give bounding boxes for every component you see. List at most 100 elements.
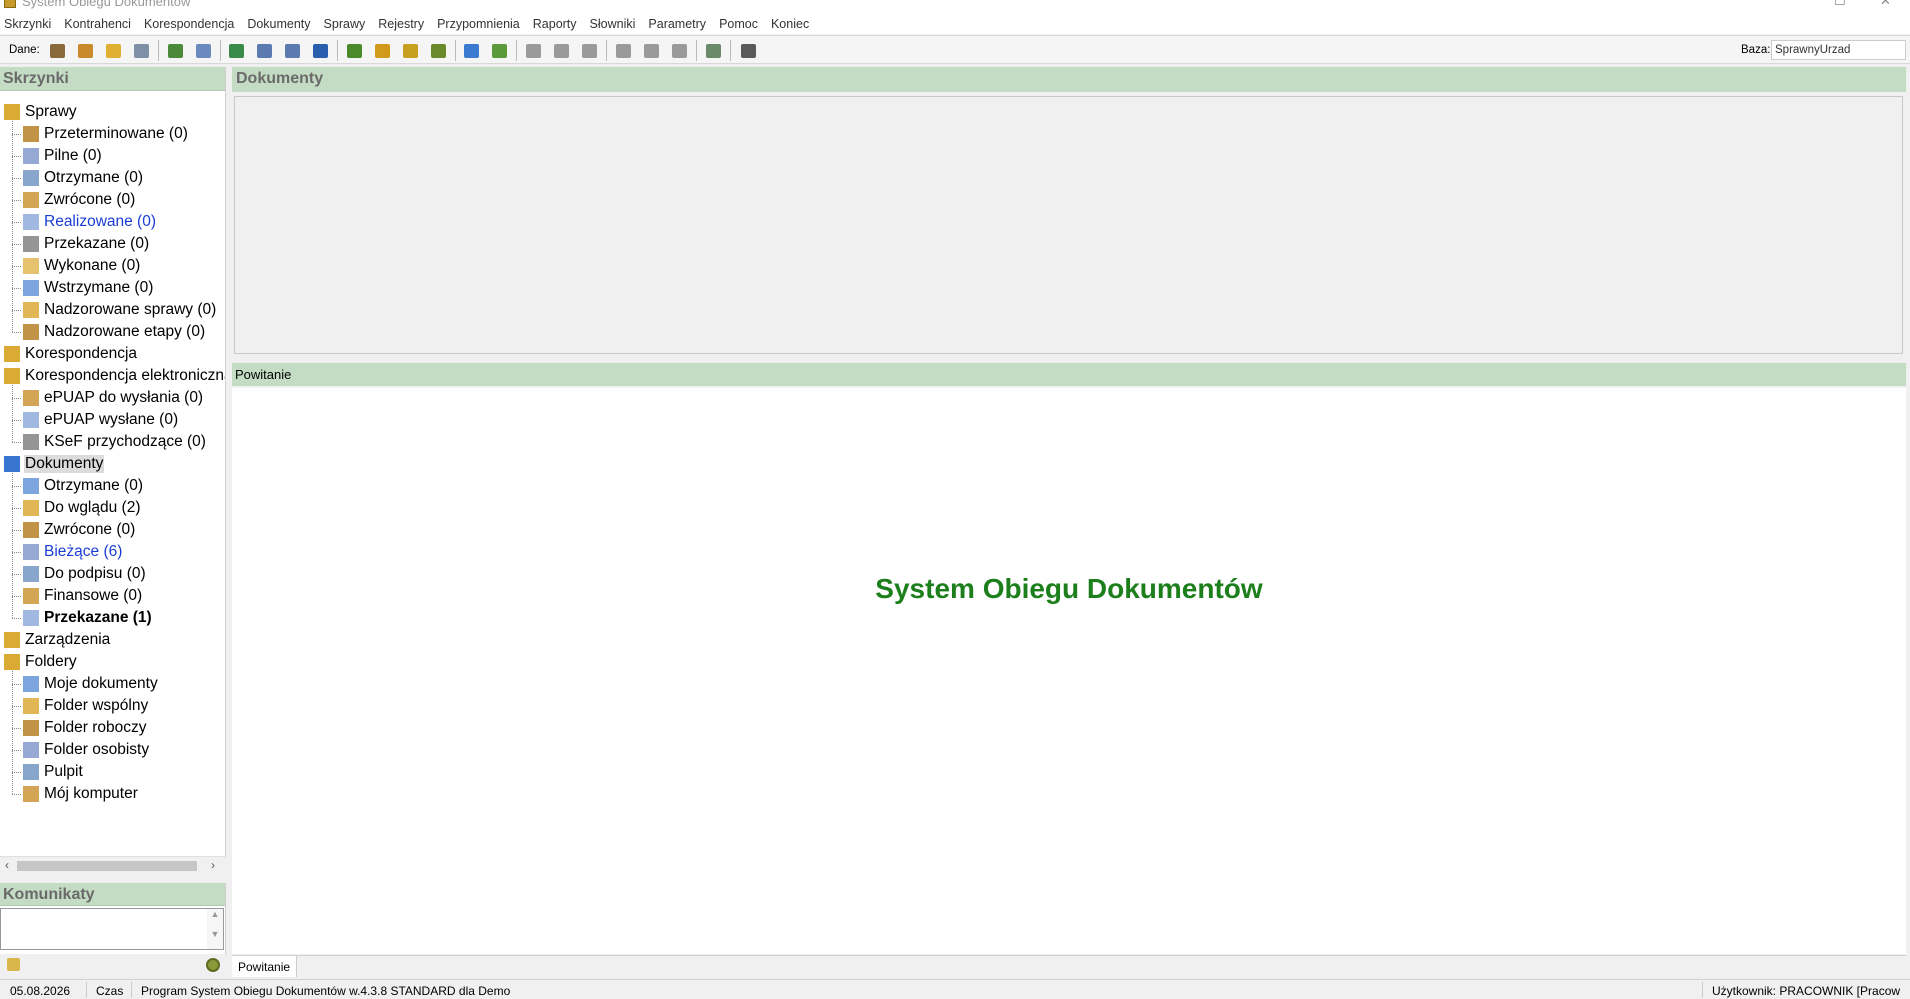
menu-dokumenty[interactable]: Dokumenty [247, 17, 310, 31]
check-icon[interactable] [703, 41, 723, 60]
tab-powitanie[interactable]: Powitanie [232, 956, 298, 977]
tree-item[interactable]: Otrzymane (0) [23, 167, 144, 189]
menu-koniec[interactable]: Koniec [771, 17, 809, 31]
case-add-icon[interactable] [344, 41, 364, 60]
baza-input[interactable] [1771, 40, 1906, 60]
tree-item-icon [23, 588, 39, 604]
tree-item[interactable]: Realizowane (0) [23, 211, 157, 233]
tree-item[interactable]: Zarządzenia [4, 629, 111, 651]
tree-item[interactable]: Korespondencja elektroniczna [4, 365, 225, 387]
tree-item[interactable]: Nadzorowane etapy (0) [23, 321, 206, 343]
tree-connector [12, 618, 21, 619]
tree-item[interactable]: Foldery [4, 651, 78, 673]
tree-item[interactable]: Dokumenty [4, 453, 105, 475]
menu-sprawy[interactable]: Sprawy [324, 17, 366, 31]
tree-item[interactable]: Sprawy [4, 101, 78, 123]
tree-item-icon [23, 500, 39, 516]
reminder-icon[interactable] [461, 41, 481, 60]
document-search-icon[interactable] [282, 41, 302, 60]
tree-item[interactable]: Nadzorowane sprawy (0) [23, 299, 217, 321]
tree-item[interactable]: KSeF przychodzące (0) [23, 431, 207, 453]
close-icon[interactable]: ✕ [1880, 0, 1891, 9]
menu-korespondencja[interactable]: Korespondencja [144, 17, 234, 31]
tree-item-icon [23, 126, 39, 142]
tree-item[interactable]: Pilne (0) [23, 145, 103, 167]
refresh-icon[interactable] [489, 41, 509, 60]
dokumenty-list-area[interactable] [234, 96, 1903, 354]
tree-item[interactable]: Do wglądu (2) [23, 497, 142, 519]
menu-pomoc[interactable]: Pomoc [719, 17, 758, 31]
tree-item[interactable]: Wykonane (0) [23, 255, 141, 277]
tree-item[interactable]: Przekazane (0) [23, 233, 150, 255]
tree-item[interactable]: Mój komputer [23, 783, 139, 805]
komunikaty-box[interactable]: ▲ ▼ [0, 908, 224, 950]
menu-raporty[interactable]: Raporty [533, 17, 577, 31]
new-icon[interactable] [226, 41, 246, 60]
folder-open-icon[interactable] [103, 41, 123, 60]
menu-parametry[interactable]: Parametry [648, 17, 706, 31]
tree-icon[interactable] [669, 41, 689, 60]
menu-kontrahenci[interactable]: Kontrahenci [64, 17, 131, 31]
tree-item-icon [23, 742, 39, 758]
tree-item[interactable]: Moje dokumenty [23, 673, 159, 695]
tree-horizontal-scrollbar[interactable]: ‹ › [0, 856, 226, 873]
case-forward-icon[interactable] [400, 41, 420, 60]
users-icon[interactable] [75, 41, 95, 60]
tree-item[interactable]: Bieżące (6) [23, 541, 123, 563]
case-icon[interactable] [372, 41, 392, 60]
komunikaty-scrollbar[interactable]: ▲ ▼ [207, 909, 223, 949]
menu-przypomnienia[interactable]: Przypomnienia [437, 17, 520, 31]
tree-item[interactable]: Do podpisu (0) [23, 563, 147, 585]
menu-skrzynki[interactable]: Skrzynki [4, 17, 51, 31]
menu-rejestry[interactable]: Rejestry [378, 17, 424, 31]
tree-item[interactable]: ePUAP wysłane (0) [23, 409, 179, 431]
tree-item-label: Folder roboczy [44, 719, 147, 736]
action-icon[interactable] [523, 41, 543, 60]
collapse-icon[interactable] [641, 41, 661, 60]
list-icon[interactable] [131, 41, 151, 60]
maximize-icon[interactable]: ☐ [1834, 0, 1846, 9]
folder-grey-icon[interactable] [551, 41, 571, 60]
tree-connector [12, 398, 21, 399]
expand-icon[interactable] [613, 41, 633, 60]
speaker-icon[interactable] [7, 958, 20, 971]
toolbar-separator [158, 40, 159, 61]
contractors-icon[interactable] [47, 41, 67, 60]
tree-item-label: Wykonane (0) [44, 257, 141, 274]
menu-slowniki[interactable]: Słowniki [590, 17, 636, 31]
tree-item[interactable]: Zwrócone (0) [23, 189, 136, 211]
tree-item[interactable]: Przekazane (1) [23, 607, 153, 629]
document-blue-icon[interactable] [310, 41, 330, 60]
tree-item[interactable]: Otrzymane (0) [23, 475, 144, 497]
tree-item[interactable]: ePUAP do wysłania (0) [23, 387, 204, 409]
tree-item[interactable]: Zwrócone (0) [23, 519, 136, 541]
status-led-icon[interactable] [206, 958, 220, 972]
document-icon[interactable] [254, 41, 274, 60]
tree-item-icon [4, 346, 20, 362]
binoculars-icon[interactable] [738, 41, 758, 60]
tree-item[interactable]: Folder osobisty [23, 739, 150, 761]
tree-connector [12, 473, 13, 618]
case-stats-icon[interactable] [428, 41, 448, 60]
add-document-icon[interactable] [165, 41, 185, 60]
tree-item[interactable]: Finansowe (0) [23, 585, 143, 607]
tree-item-icon [23, 280, 39, 296]
scroll-right-icon[interactable]: › [211, 858, 215, 872]
tree-connector [12, 508, 21, 509]
tree-item-label: Moje dokumenty [44, 675, 158, 692]
tree-item-icon [23, 566, 39, 582]
tree-item-icon [23, 214, 39, 230]
tree-item[interactable]: Folder roboczy [23, 717, 148, 739]
tree-item[interactable]: Folder wspólny [23, 695, 149, 717]
tree-item-label: Zwrócone (0) [44, 521, 136, 538]
tree-item[interactable]: Korespondencja [4, 343, 138, 365]
scroll-thumb[interactable] [17, 861, 197, 871]
archive-icon[interactable] [579, 41, 599, 60]
scroll-left-icon[interactable]: ‹ [5, 858, 9, 872]
toolbar-separator [220, 40, 221, 61]
tree-item[interactable]: Pulpit [23, 761, 84, 783]
documents-icon[interactable] [193, 41, 213, 60]
tree-item[interactable]: Wstrzymane (0) [23, 277, 154, 299]
tree-item-icon [23, 786, 39, 802]
tree-item[interactable]: Przeterminowane (0) [23, 123, 189, 145]
